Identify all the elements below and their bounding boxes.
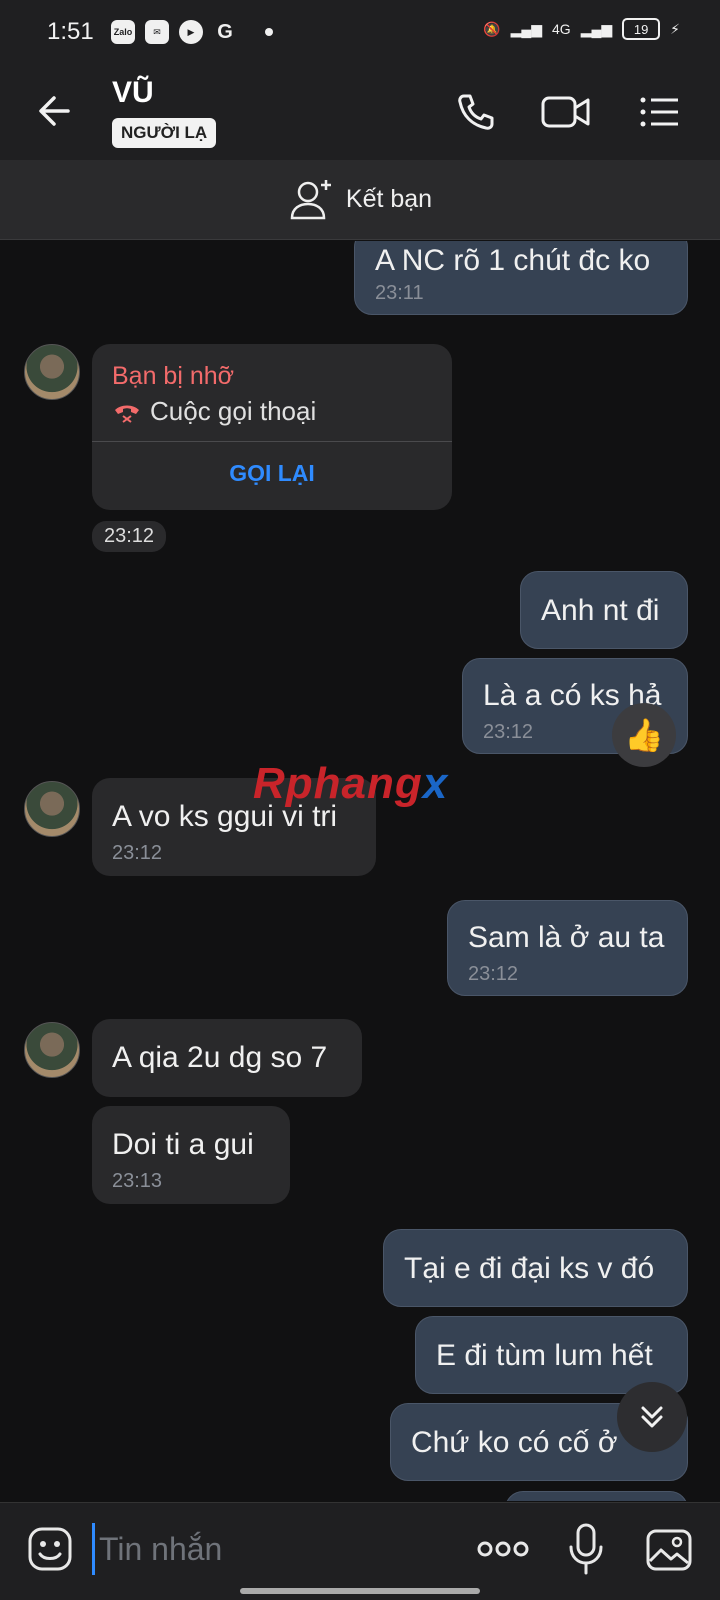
zalo-icon: Zalo xyxy=(111,20,135,44)
chevron-double-down-icon xyxy=(641,1406,663,1428)
status-right: 🔕 ▂▄▆ 4G ▂▄▆ 19 ⚡ xyxy=(483,18,680,40)
message-input-bar xyxy=(0,1502,720,1600)
message-time: 23:12 xyxy=(92,521,167,552)
mute-icon: 🔕 xyxy=(483,20,501,37)
message-text: A NC rõ 1 chút đc ko xyxy=(375,244,651,277)
message-time: 23:12 xyxy=(483,721,534,743)
reaction-like-icon[interactable]: 👍 xyxy=(612,703,676,767)
message-input[interactable] xyxy=(92,1523,392,1575)
sticker-emoji-icon[interactable] xyxy=(26,1525,74,1573)
avatar[interactable] xyxy=(24,344,80,400)
avatar[interactable] xyxy=(24,781,80,837)
missed-call-card[interactable]: Bạn bị nhỡ Cuộc gọi thoại GỌI LẠI xyxy=(92,344,452,510)
image-gallery-icon[interactable] xyxy=(644,1525,694,1575)
message-bubble-outgoing[interactable]: Sam là ở au ta 23:12 xyxy=(447,900,688,996)
youtube-icon: ▶ xyxy=(179,20,203,44)
more-options-icon[interactable] xyxy=(475,1533,531,1565)
contact-name[interactable]: VŨ xyxy=(112,76,154,110)
battery-level: 19 xyxy=(633,21,649,37)
home-indicator[interactable] xyxy=(240,1588,480,1594)
scroll-to-bottom-button[interactable] xyxy=(617,1382,687,1452)
missed-call-icon xyxy=(115,405,139,423)
watermark-logo: Rphangx xyxy=(253,759,449,808)
microphone-icon[interactable] xyxy=(565,1521,607,1579)
network-type: 4G xyxy=(552,21,571,37)
message-bubble-outgoing[interactable]: Anh nt đi xyxy=(520,571,688,649)
stranger-badge: NGƯỜI LẠ xyxy=(112,118,217,148)
menu-list-icon[interactable] xyxy=(636,88,684,136)
charging-icon: ⚡ xyxy=(670,20,680,37)
message-bubble-outgoing[interactable]: A NC rõ 1 chút đc ko 23:11 xyxy=(354,241,688,315)
signal2-icon: ▂▄▆ xyxy=(580,20,613,37)
status-bar: 1:51 Zalo ✉ ▶ G 🔕 ▂▄▆ 4G ▂▄▆ 19 ⚡ xyxy=(0,0,720,64)
message-text: Chứ ko có cố ở xyxy=(411,1426,618,1459)
message-text: Anh nt đi xyxy=(541,594,660,627)
message-time: 23:11 xyxy=(375,282,424,304)
missed-call-subtitle: Cuộc gọi thoại xyxy=(112,396,316,427)
message-time: 23:13 xyxy=(112,1170,163,1192)
message-bubble-incoming[interactable]: Doi ti a gui 23:13 xyxy=(92,1106,290,1204)
battery-icon: 19 xyxy=(622,18,661,40)
messenger-icon: ✉ xyxy=(145,20,169,44)
message-list[interactable]: A NC rõ 1 chút đc ko 23:11 Bạn bị nhỡ Cu… xyxy=(0,241,720,1501)
message-text: Sam là ở au ta xyxy=(468,921,665,954)
message-bubble-incoming[interactable]: A qia 2u dg so 7 xyxy=(92,1019,362,1097)
video-call-icon[interactable] xyxy=(540,88,592,136)
avatar[interactable] xyxy=(24,1022,80,1078)
back-arrow-icon[interactable] xyxy=(30,86,80,136)
add-friend-label: Kết bạn xyxy=(345,185,433,213)
missed-call-title: Bạn bị nhỡ xyxy=(112,362,235,390)
chat-header: VŨ NGƯỜI LẠ xyxy=(0,64,720,160)
phone-icon[interactable] xyxy=(452,88,500,136)
message-text: Doi ti a gui xyxy=(112,1128,254,1161)
google-icon: G xyxy=(217,20,233,43)
signal-icon: ▂▄▆ xyxy=(510,20,543,37)
add-friend-bar[interactable]: Kết bạn xyxy=(0,160,720,240)
message-bubble-outgoing[interactable]: Tại e đi đại ks v đó xyxy=(383,1229,688,1307)
message-text: Tại e đi đại ks v đó xyxy=(404,1252,655,1285)
message-time: 23:12 xyxy=(468,963,519,985)
message-time: 23:12 xyxy=(112,842,163,864)
message-text: E đi tùm lum hết xyxy=(436,1339,653,1372)
status-time: 1:51 xyxy=(47,18,94,45)
call-back-button[interactable]: GỌI LẠI xyxy=(92,460,452,487)
notification-dot-icon xyxy=(265,28,273,36)
message-bubble-outgoing[interactable] xyxy=(505,1491,688,1501)
message-text: A qia 2u dg so 7 xyxy=(112,1041,328,1074)
missed-call-type: Cuộc gọi thoại xyxy=(150,396,317,426)
add-friend-icon xyxy=(290,179,331,219)
divider xyxy=(92,441,452,442)
